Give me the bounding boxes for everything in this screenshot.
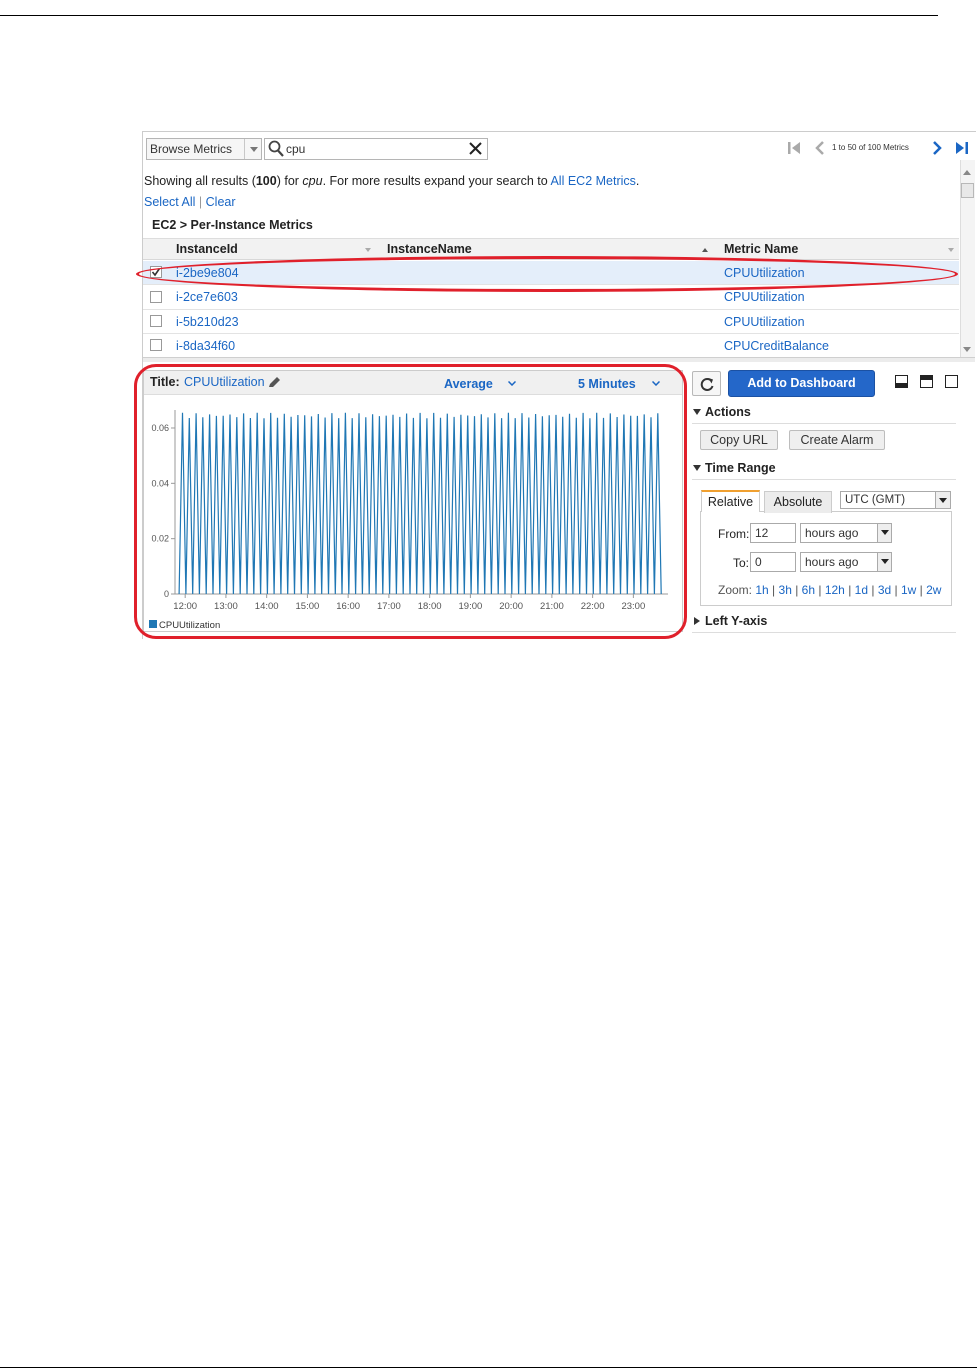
instance-id-link[interactable]: i-5b210d23 <box>176 315 239 329</box>
column-header-metric-name[interactable]: Metric Name <box>724 242 798 256</box>
left-y-axis-section-title[interactable]: Left Y-axis <box>705 614 767 628</box>
chevron-down-icon[interactable] <box>244 139 261 159</box>
zoom-label: Zoom: <box>718 583 753 597</box>
results-summary: Showing all results (100) for cpu. For m… <box>144 174 639 188</box>
browse-metrics-label: Browse Metrics <box>150 142 233 156</box>
collapse-triangle-icon[interactable] <box>693 465 701 475</box>
row-checkbox[interactable] <box>150 315 162 327</box>
refresh-button[interactable] <box>692 371 721 396</box>
results-middle: ) for <box>276 174 303 188</box>
panel-splitter[interactable] <box>143 357 975 362</box>
metric-name-link[interactable]: CPUUtilization <box>724 315 805 329</box>
metric-name-link[interactable]: CPUCreditBalance <box>724 339 829 353</box>
chevron-down-icon[interactable] <box>935 492 950 508</box>
search-input[interactable] <box>286 140 456 158</box>
clear-link[interactable]: Clear <box>206 195 236 209</box>
results-end: . <box>635 174 640 188</box>
actions-section-title[interactable]: Actions <box>705 405 751 419</box>
next-page-icon[interactable] <box>929 140 945 156</box>
results-suffix: . For more results expand your search to <box>322 174 551 188</box>
highlight-ellipse-graph <box>134 364 687 639</box>
zoom-2w[interactable]: 2w <box>926 583 941 597</box>
sort-down-icon[interactable] <box>948 248 954 255</box>
pager-text: 1 to 50 of 100 Metrics <box>832 143 909 152</box>
table-row[interactable] <box>143 334 959 358</box>
collapse-triangle-icon[interactable] <box>693 409 701 419</box>
metric-name-link[interactable]: CPUUtilization <box>724 290 805 304</box>
row-checkbox[interactable] <box>150 291 162 303</box>
highlight-ellipse-row <box>136 256 958 292</box>
create-alarm-button[interactable]: Create Alarm <box>789 430 885 450</box>
layout-small-icon[interactable] <box>895 375 908 388</box>
select-all-link[interactable]: Select All <box>144 195 195 209</box>
zoom-1w[interactable]: 1w <box>901 583 916 597</box>
row-checkbox[interactable] <box>150 339 162 351</box>
previous-page-icon[interactable] <box>812 140 828 156</box>
zoom-12h[interactable]: 12h <box>825 583 845 597</box>
column-header-instanceid[interactable]: InstanceId <box>176 242 238 256</box>
zoom-options: Zoom: 1h | 3h | 6h | 12h | 1d | 3d | 1w … <box>718 583 942 597</box>
section-divider <box>692 423 956 424</box>
search-icon <box>268 140 284 157</box>
section-divider <box>692 479 956 480</box>
results-count: 100 <box>255 174 277 188</box>
sort-up-icon[interactable] <box>702 245 708 252</box>
scrollbar-thumb[interactable] <box>961 183 974 198</box>
last-page-icon[interactable] <box>954 140 970 156</box>
chevron-down-icon[interactable] <box>877 553 891 571</box>
tab-absolute[interactable]: Absolute <box>764 491 832 513</box>
page-top-rule <box>0 15 938 16</box>
selection-links: Select All | Clear <box>144 195 236 209</box>
results-term: cpu <box>302 174 323 188</box>
zoom-1d[interactable]: 1d <box>855 583 868 597</box>
zoom-3h[interactable]: 3h <box>779 583 792 597</box>
metric-group-title: EC2 > Per-Instance Metrics <box>152 218 313 232</box>
clear-search-icon[interactable] <box>467 140 484 157</box>
zoom-1h[interactable]: 1h <box>755 583 768 597</box>
tab-relative[interactable]: Relative <box>701 490 760 512</box>
instance-id-link[interactable]: i-8da34f60 <box>176 339 235 353</box>
time-range-section-title[interactable]: Time Range <box>705 461 776 475</box>
scroll-up-icon[interactable] <box>963 166 971 175</box>
add-to-dashboard-button[interactable]: Add to Dashboard <box>728 370 875 397</box>
to-input[interactable]: 0 <box>750 552 796 572</box>
refresh-icon <box>700 378 714 391</box>
all-ec2-metrics-link[interactable]: All EC2 Metrics <box>550 174 635 188</box>
results-prefix: Showing all results ( <box>144 174 256 188</box>
zoom-3d[interactable]: 3d <box>878 583 891 597</box>
layout-large-icon[interactable] <box>945 375 958 388</box>
copy-url-button[interactable]: Copy URL <box>700 430 778 450</box>
table-row[interactable] <box>143 310 959 334</box>
page-bottom-rule <box>0 1367 977 1368</box>
instance-id-link[interactable]: i-2ce7e603 <box>176 290 238 304</box>
from-label: From: <box>718 527 750 541</box>
column-header-instancename[interactable]: InstanceName <box>387 242 472 256</box>
from-input[interactable]: 12 <box>750 523 796 543</box>
layout-medium-icon[interactable] <box>920 375 933 388</box>
link-separator: | <box>198 195 203 209</box>
to-label: To: <box>733 556 750 570</box>
first-page-icon[interactable] <box>786 140 802 156</box>
zoom-6h[interactable]: 6h <box>802 583 815 597</box>
section-divider <box>692 632 956 633</box>
scroll-down-icon[interactable] <box>963 347 971 356</box>
chevron-down-icon[interactable] <box>877 524 891 542</box>
expand-triangle-icon[interactable] <box>694 617 704 625</box>
sort-down-icon[interactable] <box>365 248 371 255</box>
